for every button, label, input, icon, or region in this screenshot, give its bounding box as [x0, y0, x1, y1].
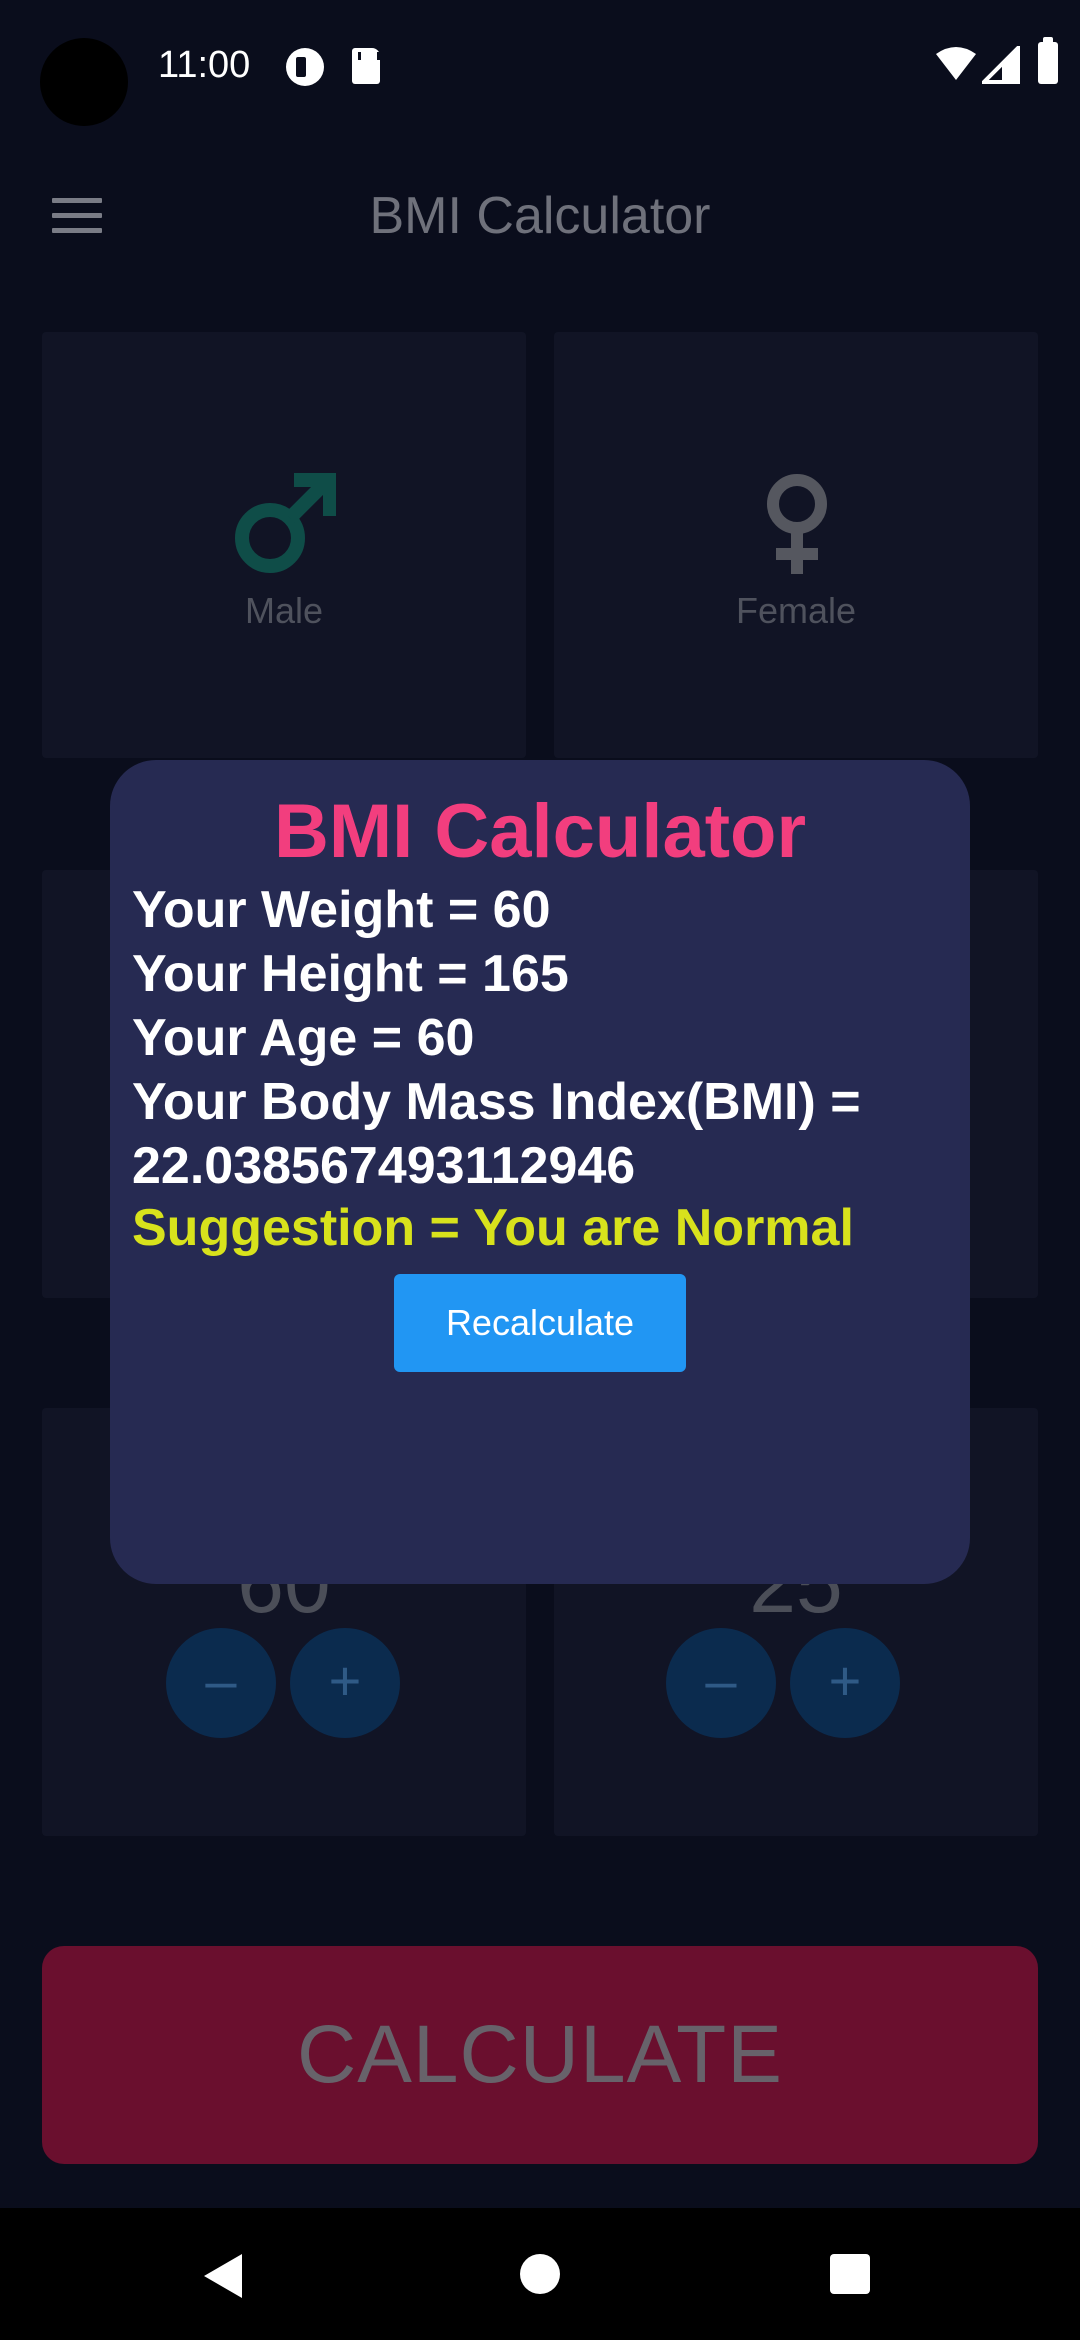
- battery-icon: [1038, 37, 1058, 84]
- suggestion-text: Suggestion = You are Normal: [132, 1199, 854, 1257]
- female-icon: [767, 474, 827, 574]
- bmi-label: Your Body Mass Index(BMI) =: [132, 1073, 861, 1131]
- status-time: 11:00: [158, 44, 251, 86]
- home-icon[interactable]: [520, 2254, 560, 2294]
- female-label: Female: [735, 590, 857, 631]
- recalculate-button[interactable]: Recalculate: [394, 1274, 686, 1372]
- weight-minus-button[interactable]: –: [166, 1628, 276, 1738]
- back-icon[interactable]: [204, 2254, 242, 2298]
- female-card[interactable]: Female: [554, 332, 1038, 758]
- age-result: Your Age = 60: [132, 1009, 475, 1067]
- bmi-value: 22.038567493112946: [132, 1137, 636, 1195]
- male-icon: [235, 473, 336, 573]
- signal-icon: [982, 46, 1020, 84]
- weight-result: Your Weight = 60: [132, 881, 551, 939]
- dialog-title: BMI Calculator: [273, 789, 807, 874]
- navigation-bar: [0, 2208, 1080, 2340]
- data-saver-icon: [286, 48, 324, 86]
- page-title: BMI Calculator: [369, 187, 711, 245]
- calculate-button[interactable]: CALCULATE: [42, 1946, 1038, 2164]
- age-plus-button[interactable]: +: [790, 1628, 900, 1738]
- wifi-icon: [936, 47, 976, 80]
- recents-icon[interactable]: [830, 2254, 870, 2294]
- status-bar: 11:00: [0, 0, 1080, 130]
- camera-cutout: [40, 38, 128, 126]
- weight-plus-button[interactable]: +: [290, 1628, 400, 1738]
- result-dialog: BMI Calculator Your Weight = 60 Your Hei…: [110, 760, 970, 1584]
- height-result: Your Height = 165: [132, 945, 569, 1003]
- male-label: Male: [244, 590, 324, 631]
- sd-card-icon: [352, 48, 380, 84]
- male-card[interactable]: Male: [42, 332, 526, 758]
- app-bar: BMI Calculator: [0, 130, 1080, 300]
- age-minus-button[interactable]: –: [666, 1628, 776, 1738]
